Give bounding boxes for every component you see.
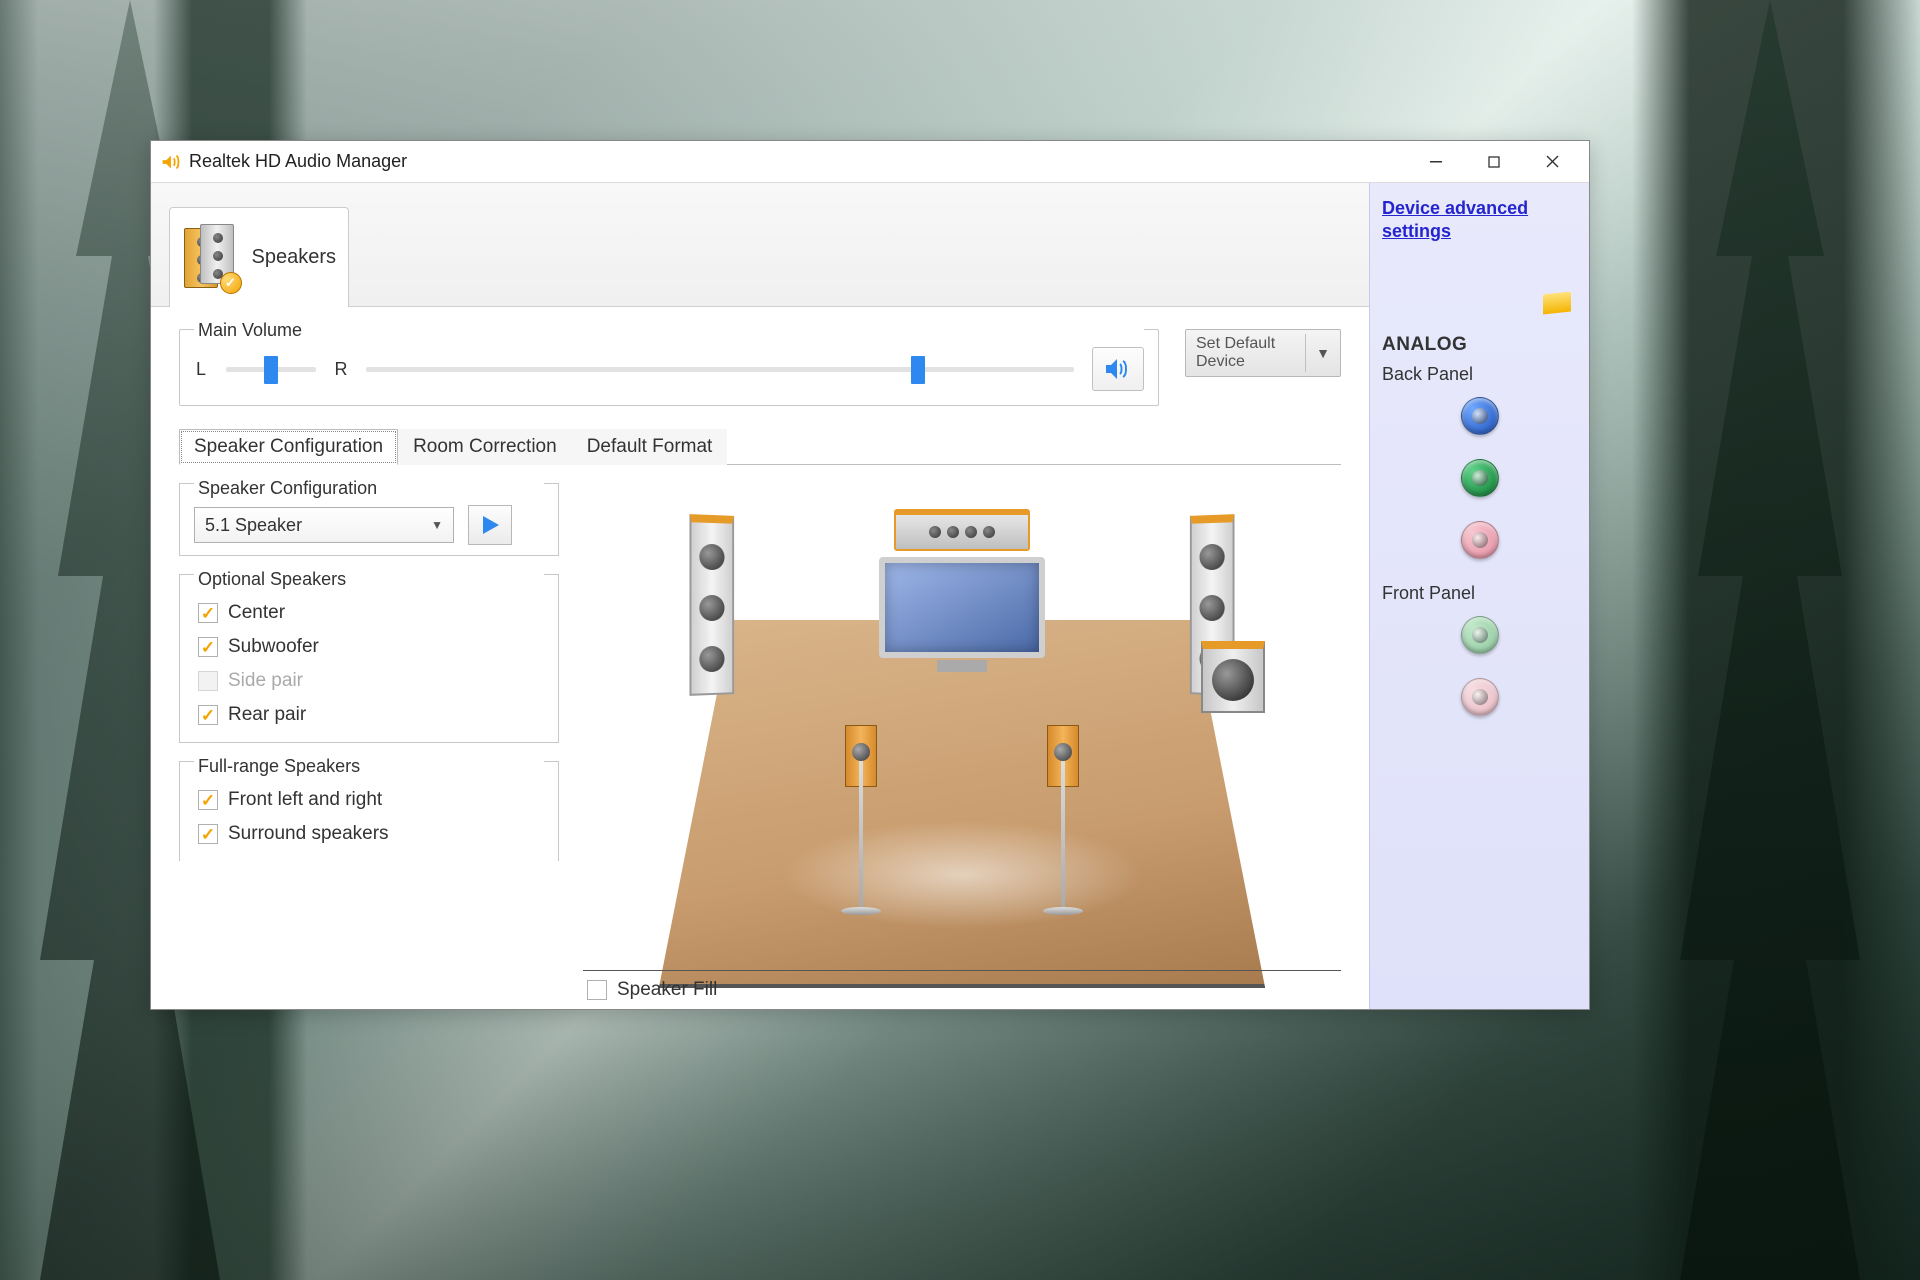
- option-subwoofer[interactable]: Subwoofer: [194, 630, 544, 664]
- jack-front-pink[interactable]: [1461, 678, 1499, 716]
- optional-speakers-group: Optional Speakers Center Subwoofer Side …: [179, 574, 559, 743]
- checkbox-icon: [198, 671, 218, 691]
- device-tab-speakers[interactable]: ✓ Speakers: [169, 207, 349, 307]
- tab-speaker-configuration[interactable]: Speaker Configuration: [179, 429, 398, 465]
- speaker-configuration-value: 5.1 Speaker: [205, 515, 302, 536]
- tab-default-format[interactable]: Default Format: [572, 429, 728, 465]
- speaker-configuration-select[interactable]: 5.1 Speaker ▼: [194, 507, 454, 543]
- speaker-configuration-heading: Speaker Configuration: [194, 478, 544, 499]
- checkbox-icon: [198, 790, 218, 810]
- optional-speakers-heading: Optional Speakers: [194, 569, 544, 590]
- analog-heading: ANALOG: [1382, 334, 1577, 356]
- speaker-room-visualization: Speaker Fill: [583, 483, 1341, 1009]
- option-rear-pair[interactable]: Rear pair: [194, 698, 544, 732]
- front-panel-label: Front Panel: [1382, 583, 1577, 604]
- device-tabs: ✓ Speakers: [151, 183, 1369, 307]
- option-speaker-fill[interactable]: Speaker Fill: [587, 979, 717, 1001]
- set-default-label: Set Default Device: [1196, 335, 1305, 372]
- chevron-down-icon: ▼: [431, 518, 443, 532]
- subwoofer-icon[interactable]: [1201, 641, 1265, 713]
- jack-front-green[interactable]: [1461, 616, 1499, 654]
- checkbox-icon: [198, 637, 218, 657]
- play-icon: [479, 514, 501, 536]
- checkbox-icon: [587, 980, 607, 1000]
- jack-back-blue[interactable]: [1461, 397, 1499, 435]
- side-panel: Device advanced settings ANALOG Back Pan…: [1369, 183, 1589, 1009]
- balance-left-label: L: [194, 359, 208, 380]
- rear-left-speaker-icon[interactable]: [841, 725, 881, 915]
- speaker-sound-icon: [1103, 356, 1133, 382]
- settings-tabs: Speaker Configuration Room Correction De…: [179, 428, 1341, 465]
- checkbox-icon: [198, 603, 218, 623]
- speaker-configuration-group: Speaker Configuration 5.1 Speaker ▼: [179, 483, 559, 556]
- center-speaker-icon[interactable]: [894, 509, 1030, 551]
- volume-slider[interactable]: [366, 367, 1074, 372]
- folder-icon[interactable]: [1543, 292, 1571, 315]
- full-range-speakers-group: Full-range Speakers Front left and right…: [179, 761, 559, 861]
- option-front-lr[interactable]: Front left and right: [194, 783, 544, 817]
- balance-slider[interactable]: [226, 367, 316, 372]
- maximize-button[interactable]: [1465, 146, 1523, 178]
- option-center[interactable]: Center: [194, 596, 544, 630]
- main-volume-heading: Main Volume: [194, 320, 1144, 341]
- option-surround[interactable]: Surround speakers: [194, 817, 544, 851]
- window-title: Realtek HD Audio Manager: [189, 151, 407, 172]
- main-panel: ✓ Speakers Main Volume L R: [151, 183, 1369, 1009]
- tab-room-correction[interactable]: Room Correction: [398, 429, 572, 465]
- speaker-test-play-button[interactable]: [468, 505, 512, 545]
- device-advanced-settings-link[interactable]: Device advanced settings: [1382, 197, 1577, 244]
- checkbox-icon: [198, 824, 218, 844]
- back-panel-label: Back Panel: [1382, 364, 1577, 385]
- close-button[interactable]: [1523, 146, 1581, 178]
- device-tab-label: Speakers: [252, 246, 337, 269]
- rear-right-speaker-icon[interactable]: [1043, 725, 1083, 915]
- mute-button[interactable]: [1092, 347, 1144, 391]
- balance-right-label: R: [334, 359, 348, 380]
- full-range-heading: Full-range Speakers: [194, 756, 544, 777]
- minimize-button[interactable]: [1407, 146, 1465, 178]
- tv-icon: [879, 557, 1046, 683]
- front-left-speaker-icon[interactable]: [690, 514, 735, 696]
- set-default-device-button[interactable]: Set Default Device ▼: [1185, 329, 1341, 377]
- chevron-down-icon: ▼: [1305, 334, 1330, 372]
- jack-back-green[interactable]: [1461, 459, 1499, 497]
- app-icon: [159, 151, 181, 173]
- app-window: Realtek HD Audio Manager ✓ Speakers: [150, 140, 1590, 1010]
- speakers-icon: ✓: [182, 224, 240, 292]
- checkbox-icon: [198, 705, 218, 725]
- option-side-pair: Side pair: [194, 664, 544, 698]
- titlebar: Realtek HD Audio Manager: [151, 141, 1589, 183]
- jack-back-pink[interactable]: [1461, 521, 1499, 559]
